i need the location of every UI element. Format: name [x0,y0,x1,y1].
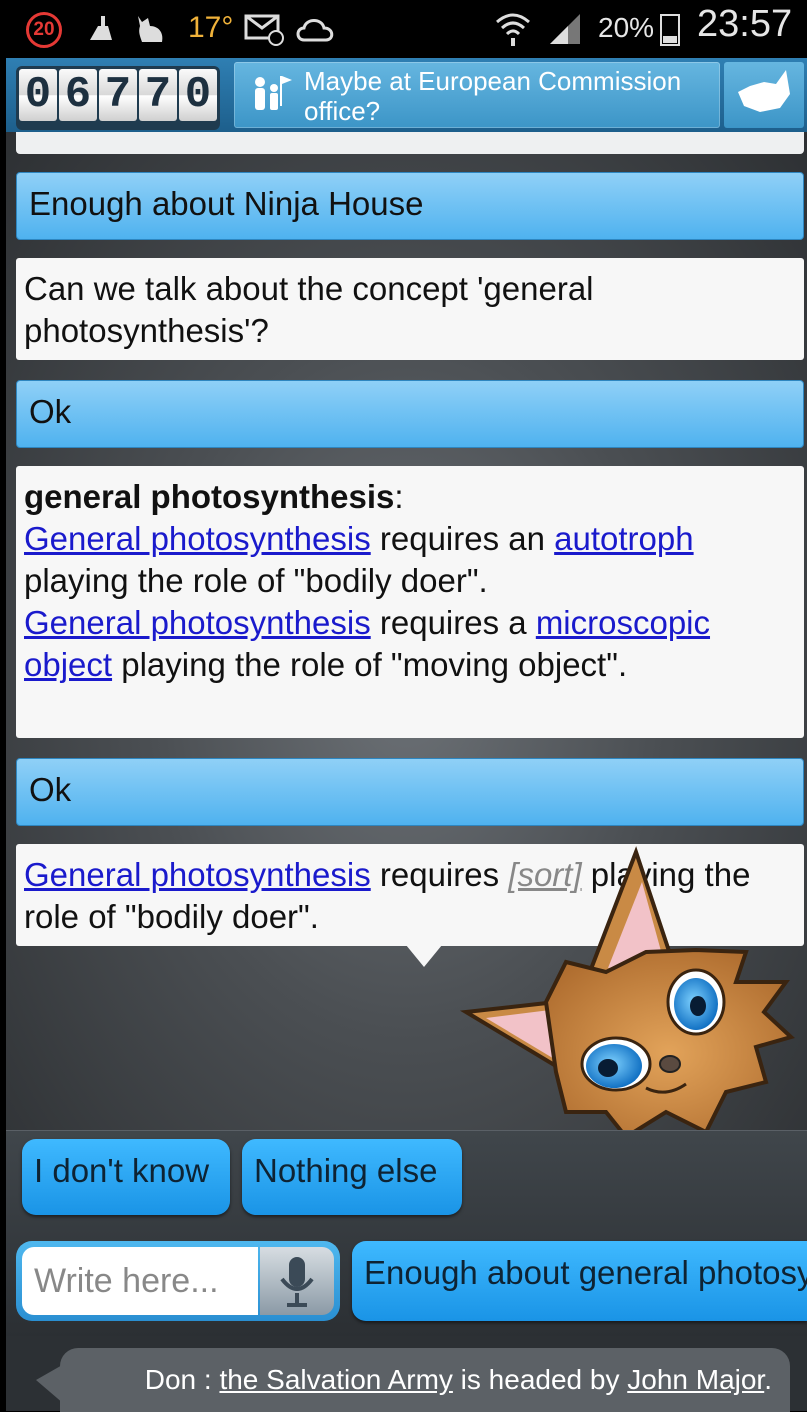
autotroph-link[interactable]: autotroph [554,520,693,557]
notification-badge-icon: 20 [26,12,62,48]
cloud-icon [296,19,334,42]
message-text: Ok [29,771,72,808]
battery-icon [660,14,680,46]
john-major-link[interactable]: John Major [627,1364,764,1395]
microphone-icon [280,1257,314,1307]
salvation-army-link[interactable]: the Salvation Army [219,1364,452,1395]
message-input[interactable] [22,1247,258,1315]
cat-menu-button[interactable] [724,62,804,128]
concept-link[interactable]: General photosynthesis [24,520,371,557]
temperature-label: 17° [188,11,234,44]
app-header: 0 6 7 7 0 Maybe at European Commission o… [6,58,807,134]
clock: 23:57 [697,3,793,45]
wifi-icon [496,13,530,46]
message-composer [16,1241,340,1321]
bot-message: general photosynthesis: General photosyn… [16,466,804,738]
counter-digit: 0 [19,69,57,121]
user-message: Ok [16,758,804,826]
concept-link[interactable]: General photosynthesis [24,604,371,641]
message-text: Ok [29,393,72,430]
location-label: Maybe at European Commission office? [304,66,682,126]
cat-mascot [459,846,795,1132]
location-people-icon [255,76,292,110]
bot-message: Can we talk about the concept 'general p… [16,258,804,360]
quick-reply-dont-know[interactable]: I don't know [22,1139,230,1215]
microphone-button[interactable] [260,1247,334,1315]
news-ticker: Don : the Salvation Army is headed by Jo… [6,1336,807,1412]
cat-silhouette-icon [138,16,163,42]
status-bar: 20 17° 20% 23:57 [0,0,807,58]
message-text: Enough about Ninja House [29,185,424,222]
counter-digit: 7 [99,69,137,121]
signal-icon [550,14,580,44]
message-text: Can we talk about the concept 'general p… [24,270,594,349]
score-counter: 0 6 7 7 0 [16,66,220,130]
location-button[interactable]: Maybe at European Commission office? [234,62,720,128]
counter-digit: 6 [59,69,97,121]
reply-panel: I don't know Nothing else Enough about g… [6,1130,807,1337]
concept-heading: general photosynthesis [24,478,395,515]
counter-digit: 0 [179,69,217,121]
email-icon [244,14,284,46]
cat-head-icon [738,70,790,112]
quick-reply-enough-about[interactable]: Enough about general photosynthesis [352,1241,807,1321]
user-message: Ok [16,380,804,448]
concept-link[interactable]: General photosynthesis [24,856,371,893]
cleaner-icon [90,16,112,40]
bubble-tail [406,945,442,967]
quick-reply-nothing-else[interactable]: Nothing else [242,1139,462,1215]
counter-digit: 7 [139,69,177,121]
conversation-area[interactable]: Enough about Ninja House Can we talk abo… [6,132,807,1132]
battery-percent: 20% [598,12,655,43]
ticker-message: Don : the Salvation Army is headed by Jo… [60,1348,790,1412]
user-message: Enough about Ninja House [16,172,804,240]
previous-message-edge [16,132,804,154]
